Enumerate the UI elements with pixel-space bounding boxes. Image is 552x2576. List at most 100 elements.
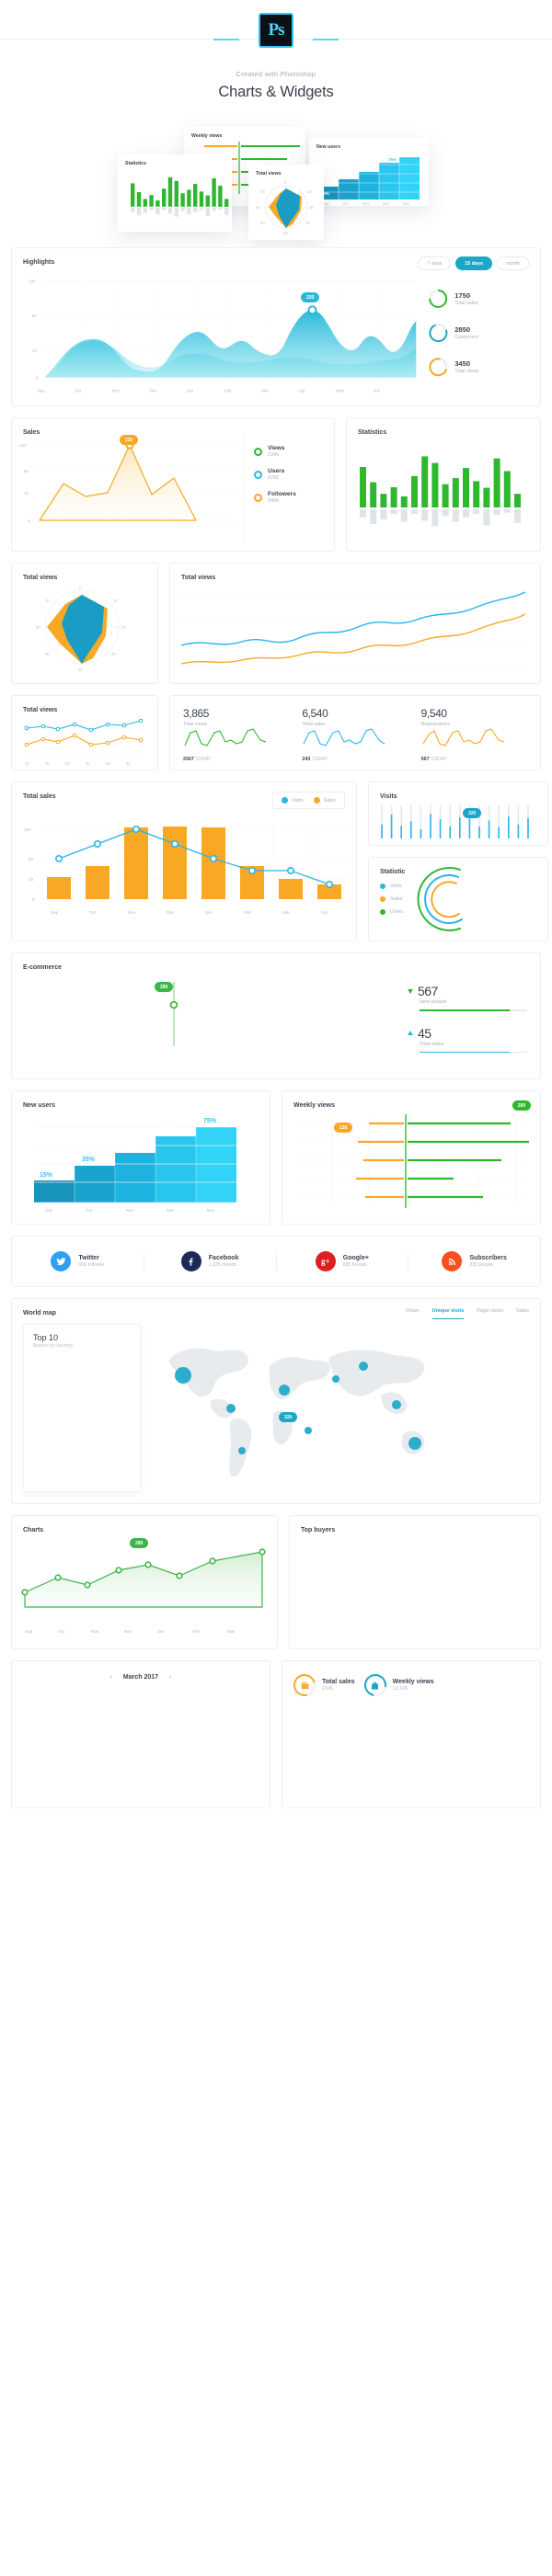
svg-text:Jan: Jan [205,910,213,915]
highlights-stat-customers: 2850 Customers [425,320,531,346]
hero-dash-left [213,39,239,40]
svg-text:30: 30 [111,652,116,656]
world-map-tabs[interactable]: Views Unique visits Page views Sales [406,1308,529,1319]
social-row: Twitter 656 follower Facebook 1,235 frie… [12,1237,540,1286]
highlights-tab-7days[interactable]: 7 days [418,256,452,270]
highlights-tab-month[interactable]: month [497,256,529,270]
sales-card: Sales 100 50 10 0 220 Views 2345 Users 6… [11,417,335,552]
svg-text:Dec: Dec [167,1208,175,1213]
sales-legend-users: Users 6792 [254,468,325,481]
svg-text:Sep: Sep [38,388,46,393]
charts-card-title: Charts [23,1527,44,1533]
legend-chip-sales: Sales [313,797,336,804]
ts-weekly-views-value: 12,345 [392,1686,408,1692]
kpi-registrations-value: 9,540 [420,707,447,720]
page-root: Ps Created with Photoshop Charts & Widge… [0,0,552,1832]
social-facebook[interactable]: Facebook 1,235 friends [144,1251,277,1271]
calendar-card: ‹ March 2017 › [11,1660,270,1808]
social-subscribers[interactable]: Subscribers 335 people [408,1251,540,1271]
calendar-header: ‹ March 2017 › [21,1661,260,1690]
svg-text:Nov: Nov [91,1629,99,1634]
svg-text:35%: 35% [82,1157,96,1163]
svg-text:60: 60 [256,205,260,210]
svg-text:100: 100 [24,827,31,832]
users-ring-icon [254,470,262,479]
collage-weekly-title: Weekly views [191,133,223,139]
svg-text:10: 10 [32,348,38,353]
totalviews-small-card: Total views 10 20 30 40 50 60 [11,695,158,770]
total-views-value: 3450 [454,359,471,369]
social-card: Twitter 656 follower Facebook 1,235 frie… [11,1236,541,1287]
ecommerce-area-chart [169,982,178,1046]
hero-subtitle: Created with Photoshop [236,70,316,78]
statistic-legend-sales: Sales [380,896,405,902]
subscribers-count: 335 people [469,1262,494,1268]
googleplus-name: Google+ [342,1255,369,1261]
hero-section: Ps Created with Photoshop Charts & Widge… [0,0,552,101]
ecommerce-total-sales: 45 [408,1026,527,1041]
svg-text:Oct: Oct [58,1629,65,1634]
new-users-chart: 15% 35% 45% 65% 75% Sep Oct Nov Dec Nov [34,1118,236,1213]
totalviews-lines-chart [180,591,526,667]
total-sales-label: Total sales [454,300,478,306]
radar-card: Total views 0 10 20 30 40 50 60 70 [11,563,158,684]
calendar-prev-button[interactable]: ‹ [110,1674,112,1681]
collage-radar-title: Total views [256,171,282,177]
followers-name: Followers [268,491,296,497]
svg-text:Sep: Sep [51,910,59,915]
svg-text:50: 50 [32,313,38,318]
ts-total-sales-name: Total sales [322,1679,355,1685]
ecommerce-title: E-commerce [23,964,63,971]
highlights-area-primary [44,310,417,378]
social-googleplus[interactable]: g+ Google+ 835 friends [277,1251,409,1271]
users-value: 6792 [268,475,279,481]
svg-text:Jun: Jun [374,388,381,393]
svg-text:Oct: Oct [89,910,97,915]
collage-card-radar: Total views 0 10 20 30 40 50 60 70 [248,165,324,240]
wm-tab-sales[interactable]: Sales [516,1308,529,1319]
social-twitter[interactable]: Twitter 656 follower [12,1251,144,1271]
svg-text:Dec: Dec [167,910,175,915]
google-plus-icon: g+ [315,1251,336,1271]
photoshop-logo-icon: Ps [259,13,293,48]
charts-card-chart: Sep Oct Nov Dec Jan Feb Mar [21,1548,266,1634]
svg-text:Feb: Feb [224,388,232,393]
total-sales-chart: 10050 100 Sep Oct Nov Dec Jan Feb Mar Apr [24,822,349,915]
statistics-card: Statistics [346,417,541,552]
svg-text:Feb: Feb [192,1629,200,1634]
svg-text:70: 70 [45,598,50,603]
svg-text:May: May [336,388,344,393]
svg-text:Nov: Nov [126,1208,134,1213]
svg-text:Dec: Dec [124,1629,132,1634]
svg-text:Oct: Oct [86,1208,93,1213]
visits-label: Visits [291,797,304,804]
visits-card: Visits 320 [368,781,548,846]
world-map-figure: 320 [141,1324,531,1492]
sales-dot-icon [313,797,320,804]
followers-ring-icon [254,493,262,502]
svg-text:Nov: Nov [362,201,370,206]
svg-text:Mar: Mar [282,910,290,915]
wm-tab-page-views[interactable]: Page views [477,1308,503,1319]
wm-tab-unique-visits[interactable]: Unique visits [431,1308,465,1319]
highlights-tab-15days[interactable]: 15 days [455,256,493,270]
weekly-views-title: Weekly views [293,1102,336,1109]
sales-area-chart: 10050 100 [19,440,238,523]
weekly-views-chart [295,1114,529,1208]
ts-weekly-views-name: Weekly views [392,1679,434,1685]
world-map-badge: 320 [279,1412,298,1425]
new-users-card: New users 15% 35% 45% 65% 75% Sep Oct No… [11,1090,270,1225]
collage-statistics-title: Statistics [125,161,147,166]
svg-text:40: 40 [283,231,288,235]
svg-text:40: 40 [78,667,83,672]
collage-new-users-chart: 15% 75% 65% 45% 35% Sep Oct Nov Dec Nov [318,157,420,206]
highlights-range-tabs[interactable]: 7 days 15 days month [418,256,529,270]
new-people-value: 567 [418,984,438,998]
statistic-sales-label: Sales [390,896,403,902]
svg-text:10: 10 [25,761,29,766]
new-people-label: New people [420,999,447,1005]
svg-text:Nov: Nov [403,201,410,206]
calendar-next-button[interactable]: › [169,1674,171,1681]
wm-tab-views[interactable]: Views [406,1308,420,1319]
world-map-svg [168,1348,425,1477]
